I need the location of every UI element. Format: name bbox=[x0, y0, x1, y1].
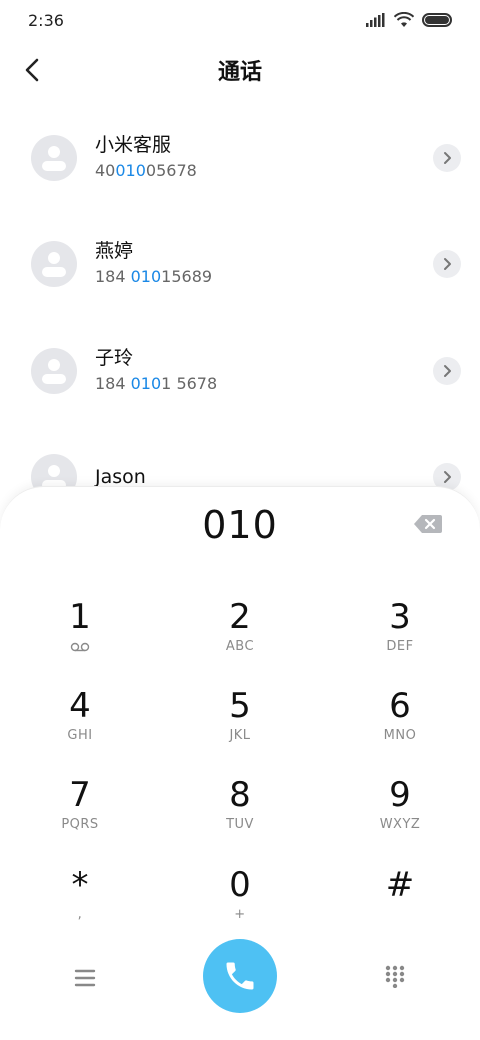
status-bar: 2:36 bbox=[0, 0, 480, 40]
phone-icon bbox=[226, 962, 254, 990]
chevron-right-icon bbox=[444, 471, 451, 483]
key-digit: 7 bbox=[69, 775, 91, 815]
number-prefix: 184 bbox=[95, 374, 131, 393]
key-letters: MNO bbox=[383, 728, 417, 743]
contact-name: 子玲 bbox=[95, 347, 134, 369]
key-digit: # bbox=[385, 865, 415, 905]
dialpad-bottom-bar bbox=[0, 939, 480, 1019]
number-match: 010 bbox=[115, 161, 146, 180]
number-suffix: 05678 bbox=[145, 161, 197, 180]
key-9[interactable]: 9 WXYZ bbox=[340, 775, 460, 855]
menu-icon[interactable] bbox=[70, 965, 100, 991]
contact-detail-button[interactable] bbox=[433, 357, 461, 385]
status-icons bbox=[366, 12, 452, 28]
contact-text: 小米客服 4001005678 bbox=[95, 133, 197, 183]
call-button[interactable] bbox=[203, 939, 277, 1013]
key-5[interactable]: 5 JKL bbox=[180, 686, 300, 766]
key-1[interactable]: 1 bbox=[20, 597, 140, 677]
key-letters: JKL bbox=[229, 728, 251, 743]
contact-name: 燕婷 bbox=[95, 240, 134, 262]
key-digit: 3 bbox=[389, 597, 411, 637]
key-digit: 9 bbox=[389, 775, 411, 815]
key-6[interactable]: 6 MNO bbox=[340, 686, 460, 766]
wifi-icon bbox=[394, 12, 414, 27]
number-suffix: 1 5678 bbox=[161, 374, 218, 393]
chevron-right-icon bbox=[444, 365, 451, 377]
chevron-right-icon bbox=[444, 258, 451, 270]
key-digit: 5 bbox=[229, 686, 251, 726]
key-7[interactable]: 7 PQRS bbox=[20, 775, 140, 855]
avatar bbox=[31, 348, 77, 394]
number-suffix: 15689 bbox=[161, 267, 213, 286]
avatar bbox=[31, 135, 77, 181]
key-letters: ABC bbox=[225, 639, 255, 654]
number-prefix: 184 bbox=[95, 267, 131, 286]
dialed-number: 010 bbox=[202, 503, 278, 547]
key-2[interactable]: 2 ABC bbox=[180, 597, 300, 677]
number-prefix: 40 bbox=[95, 161, 116, 180]
backspace-icon[interactable] bbox=[414, 515, 442, 533]
key-digit: 8 bbox=[229, 775, 251, 815]
key-digit: * bbox=[71, 865, 89, 905]
contact-text: 子玲 184 0101 5678 bbox=[95, 346, 217, 396]
key-letters: DEF bbox=[386, 639, 414, 654]
contact-number: 184 01015689 bbox=[95, 265, 212, 289]
contact-number: 184 0101 5678 bbox=[95, 372, 217, 396]
key-digit: 0 bbox=[229, 865, 251, 905]
key-4[interactable]: 4 GHI bbox=[20, 686, 140, 766]
back-button[interactable] bbox=[14, 52, 50, 88]
key-letters: WXYZ bbox=[379, 817, 421, 832]
number-match: 010 bbox=[130, 374, 162, 393]
chevron-right-icon bbox=[444, 152, 451, 164]
voicemail-icon bbox=[70, 642, 90, 652]
contact-detail-button[interactable] bbox=[433, 250, 461, 278]
dialpad-icon[interactable] bbox=[383, 964, 407, 988]
key-digit: 1 bbox=[69, 597, 91, 637]
key-digit: 6 bbox=[389, 686, 411, 726]
key-hash[interactable]: # bbox=[340, 865, 460, 945]
back-arrow-icon bbox=[25, 58, 39, 82]
contact-number: 4001005678 bbox=[95, 159, 197, 183]
dialpad-sheet: 010 1 2 ABC 3 DEF 4 GHI 5 JKL 6 MNO 7 PQ… bbox=[0, 486, 480, 1040]
contact-row[interactable]: 小米客服 4001005678 bbox=[0, 105, 480, 211]
key-digit: 4 bbox=[69, 686, 91, 726]
signal-icon bbox=[366, 13, 385, 27]
battery-icon bbox=[422, 13, 452, 27]
contact-text: 燕婷 184 01015689 bbox=[95, 239, 212, 289]
key-8[interactable]: 8 TUV bbox=[180, 775, 300, 855]
header: 通话 bbox=[0, 40, 480, 100]
contact-row[interactable]: 燕婷 184 01015689 bbox=[0, 211, 480, 317]
avatar bbox=[31, 241, 77, 287]
key-letters: , bbox=[77, 907, 83, 922]
contact-row[interactable]: 子玲 184 0101 5678 bbox=[0, 318, 480, 424]
status-time: 2:36 bbox=[28, 10, 64, 30]
key-letters: + bbox=[234, 907, 246, 922]
key-0[interactable]: 0 + bbox=[180, 865, 300, 945]
contact-name: 小米客服 bbox=[95, 134, 172, 156]
contact-detail-button[interactable] bbox=[433, 144, 461, 172]
key-digit: 2 bbox=[229, 597, 251, 637]
page-title: 通话 bbox=[217, 60, 262, 85]
key-3[interactable]: 3 DEF bbox=[340, 597, 460, 677]
key-letters: PQRS bbox=[61, 817, 99, 832]
number-match: 010 bbox=[130, 267, 162, 286]
key-letters: TUV bbox=[226, 817, 254, 832]
key-letters: GHI bbox=[67, 728, 93, 743]
key-star[interactable]: * , bbox=[20, 865, 140, 945]
